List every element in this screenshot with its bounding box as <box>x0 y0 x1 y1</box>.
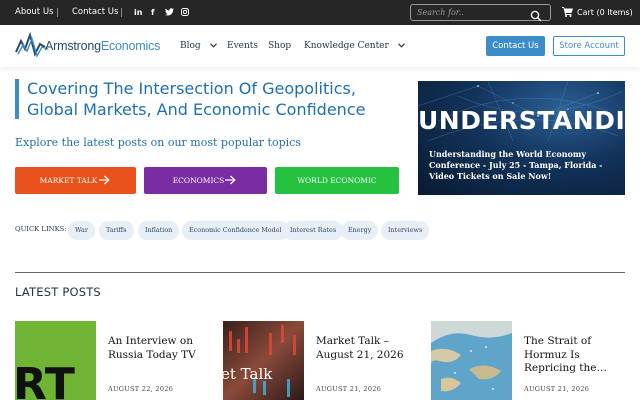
page-title: Covering The Intersection Of Geopolitics… <box>27 79 366 119</box>
twitter-icon[interactable] <box>165 0 174 25</box>
post-thumbnail: et Talk <box>223 321 304 400</box>
nav-shop[interactable]: Shop <box>268 25 291 67</box>
store-account-button[interactable]: Store Account <box>553 36 625 56</box>
post-card[interactable]: et Talk Market Talk – August 21, 2026 AU… <box>223 321 419 400</box>
feature-heading: UNDERSTANDING <box>418 106 625 135</box>
nav-knowledge-label: Knowledge Center <box>304 41 389 51</box>
post-thumbnail: RT <box>15 321 96 400</box>
nav-knowledge-center[interactable]: Knowledge Center <box>304 25 405 67</box>
chevron-down-icon <box>209 43 217 48</box>
facebook-icon[interactable]: f <box>151 0 154 25</box>
latest-posts-heading: LATEST POSTS <box>15 285 101 299</box>
topic-world-economic-button[interactable]: WORLD ECONOMIC <box>275 167 399 194</box>
logo-text: ArmstrongEconomics <box>45 39 161 53</box>
quick-link-chip[interactable]: Energy <box>341 221 379 240</box>
topic-label: ECONOMICS <box>172 176 225 185</box>
post-date: AUGUST 21, 2026 <box>316 385 382 393</box>
site-logo[interactable]: ArmstrongEconomics <box>15 32 160 58</box>
logo-wave-icon <box>15 32 49 58</box>
topic-economics-button[interactable]: ECONOMICS <box>144 167 267 194</box>
search-box <box>410 4 551 22</box>
title-accent-bar <box>15 79 19 119</box>
quick-links-label: QUICK LINKS: <box>15 225 67 233</box>
divider <box>121 8 122 17</box>
featured-conference-card[interactable]: UNDERSTANDING Understanding the World Ec… <box>418 81 625 195</box>
post-title: An Interview on Russia Today TV <box>108 335 196 361</box>
post-date: AUGUST 21, 2026 <box>524 385 590 393</box>
instagram-icon[interactable] <box>181 0 189 25</box>
contact-us-link[interactable]: Contact Us <box>72 0 118 25</box>
post-title: Market Talk – August 21, 2026 <box>316 335 404 361</box>
linkedin-icon[interactable]: in <box>134 0 142 25</box>
quick-link-chip[interactable]: Tariffs <box>99 221 134 240</box>
thumb-caption-text: et Talk <box>223 365 273 383</box>
cart-label: Cart (0 Items) <box>577 8 633 17</box>
arrow-right-icon <box>225 175 236 185</box>
quick-link-chip[interactable]: War <box>68 221 95 240</box>
divider <box>57 8 58 17</box>
main-header: ArmstrongEconomics Blog Events Shop Know… <box>0 25 640 67</box>
search-icon[interactable] <box>530 7 542 22</box>
quick-link-chip[interactable]: Interviews <box>381 221 430 240</box>
nav-blog[interactable]: Blog <box>180 25 217 67</box>
post-card[interactable]: The Strait of Hormuz Is Repricing the… A… <box>431 321 627 400</box>
topics-subtitle: Explore the latest posts on our most pop… <box>15 136 301 149</box>
search-input[interactable] <box>417 6 527 19</box>
topic-market-talk-button[interactable]: MARKET TALK <box>15 167 136 194</box>
quick-link-chip[interactable]: Inflation <box>138 221 180 240</box>
nav-blog-label: Blog <box>180 41 201 51</box>
section-divider <box>15 272 625 273</box>
quick-link-chip[interactable]: Interest Rates <box>283 221 344 240</box>
post-card[interactable]: RT An Interview on Russia Today TV AUGUS… <box>15 321 211 400</box>
feature-caption: Understanding the World Economy Conferen… <box>429 149 603 181</box>
cart-icon <box>562 7 573 17</box>
quick-link-chip[interactable]: Economic Confidence Model <box>182 221 289 240</box>
arrow-right-icon <box>99 175 110 185</box>
about-us-link[interactable]: About Us <box>15 0 53 25</box>
rt-logo-text: RT <box>15 359 75 400</box>
post-thumbnail <box>431 321 512 400</box>
contact-us-button[interactable]: Contact Us <box>486 36 545 56</box>
post-title: The Strait of Hormuz Is Repricing the… <box>524 335 607 374</box>
top-utility-bar: About Us Contact Us in f Cart (0 Items) <box>0 0 640 25</box>
topic-label: MARKET TALK <box>39 176 98 185</box>
chevron-down-icon <box>397 43 405 48</box>
nav-events[interactable]: Events <box>227 25 258 67</box>
post-date: AUGUST 22, 2026 <box>108 385 174 393</box>
